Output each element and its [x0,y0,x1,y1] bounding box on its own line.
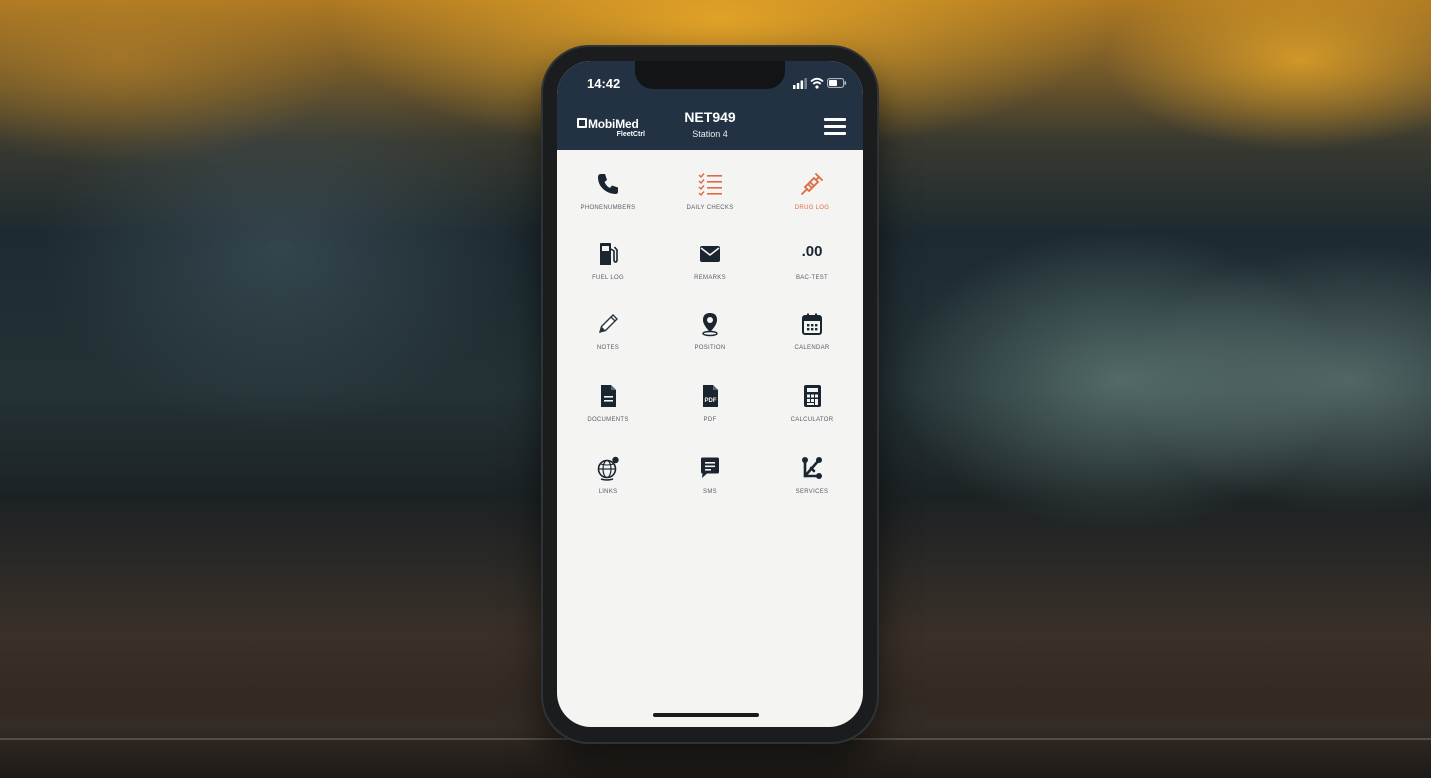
tile-label: NOTES [596,345,620,351]
tile-label: BAC-TEST [795,275,829,281]
tile-calendar[interactable]: CALENDAR [761,307,863,373]
calculator-icon [804,385,821,407]
status-icons [793,76,851,90]
tile-links[interactable]: LINKS [557,451,659,517]
tile-label: FUEL LOG [592,275,624,281]
logo-name: MobiMed [588,117,639,131]
map-pin-icon [702,313,718,337]
checklist-icon [698,173,722,197]
tile-label: LINKS [598,489,618,495]
tile-pdf[interactable]: PDF PDF [659,379,761,445]
tile-sms[interactable]: SMS [659,451,761,517]
tile-position[interactable]: POSITION [659,307,761,373]
tile-calculator[interactable]: CALCULATOR [761,379,863,445]
phone-icon [598,174,618,194]
hamburger-menu-icon[interactable] [823,116,847,136]
unit-subtitle: Station 4 [692,129,728,139]
tile-drug-log[interactable]: DRUG LOG [761,167,863,233]
bac-text-icon: .00 [801,243,823,260]
syringe-icon [801,173,823,195]
tile-label: DOCUMENTS [587,417,629,423]
unit-title: NET949 [684,109,736,125]
tile-label: REMARKS [694,275,726,281]
document-icon [601,385,616,407]
logo-mark-icon [577,118,587,128]
phone-notch [635,61,785,89]
pdf-icon: PDF [703,385,718,407]
envelope-icon [700,246,720,262]
tile-fuel-log[interactable]: FUEL LOG [557,237,659,303]
mobimed-logo: MobiMed FleetCtrl [577,117,667,143]
tile-label: PHONENUMBERS [580,205,636,211]
wifi-icon [810,77,824,89]
pdf-icon-text: PDF [705,398,717,404]
tile-label: CALCULATOR [790,417,834,423]
tile-label: SMS [703,489,717,495]
tile-bac-test[interactable]: .00 BAC-TEST [761,237,863,303]
tile-daily-checks[interactable]: DAILY CHECKS [659,167,761,233]
connections-icon [802,457,822,479]
tile-label: DRUG LOG [794,205,830,211]
tile-label: POSITION [694,345,726,351]
tile-documents[interactable]: DOCUMENTS [557,379,659,445]
tile-label: CALENDAR [794,345,830,351]
tile-phonenumbers[interactable]: PHONENUMBERS [557,167,659,233]
home-indicator[interactable] [653,713,759,717]
battery-icon [827,78,847,88]
calendar-icon [802,313,822,335]
app-header: 14:42 MobiMed FleetCtrl NET949 Station 4 [557,61,863,150]
tile-label: PDF [703,417,717,423]
tile-label: SERVICES [795,489,829,495]
tile-remarks[interactable]: REMARKS [659,237,761,303]
pencil-icon [599,314,618,333]
fuel-pump-icon [600,243,618,265]
status-time: 14:42 [587,76,621,91]
tile-notes[interactable]: NOTES [557,307,659,373]
globe-icon [597,456,619,481]
phone-screen: 14:42 MobiMed FleetCtrl NET949 Station 4… [557,61,863,727]
phone-device: 14:42 MobiMed FleetCtrl NET949 Station 4… [543,47,877,742]
tile-label: DAILY CHECKS [686,205,734,211]
tile-services[interactable]: SERVICES [761,451,863,517]
logo-subtitle: FleetCtrl [616,131,645,138]
chat-icon [701,457,719,478]
signal-icon [793,78,807,89]
